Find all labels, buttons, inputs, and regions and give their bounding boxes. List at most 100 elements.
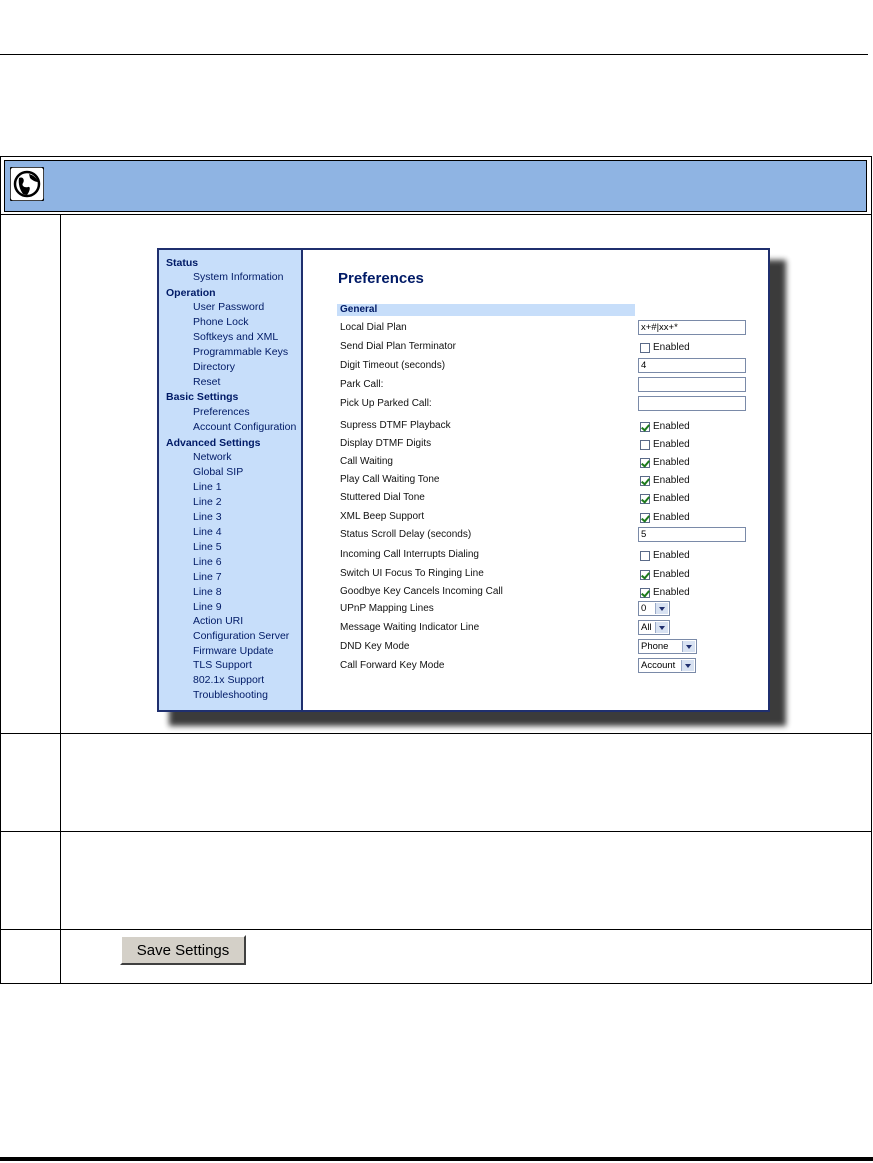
top-rule [0, 54, 868, 55]
dropdown-select[interactable]: Account [638, 658, 696, 673]
nav-section-heading: Operation [166, 287, 216, 299]
enabled-checkbox[interactable]: Enabled [640, 587, 690, 599]
checkbox-label: Enabled [653, 512, 690, 523]
nav-link[interactable]: Preferences [193, 406, 250, 418]
checkbox-checked[interactable] [640, 513, 650, 523]
nav-link[interactable]: Line 7 [193, 571, 222, 583]
section-header-general: General [340, 304, 378, 315]
dropdown-select[interactable]: Phone [638, 639, 697, 654]
nav-link[interactable]: Account Configuration [193, 421, 296, 433]
dropdown-select[interactable]: 0 [638, 601, 670, 616]
field-label: Pick Up Parked Call: [340, 398, 432, 409]
chevron-down-icon[interactable] [655, 603, 668, 614]
checkbox-checked[interactable] [640, 494, 650, 504]
nav-link[interactable]: TLS Support [193, 659, 252, 671]
chevron-down-icon[interactable] [681, 660, 694, 671]
nav-link[interactable]: Line 6 [193, 556, 222, 568]
checkbox-checked[interactable] [640, 588, 650, 598]
checkbox-label: Enabled [653, 569, 690, 580]
nav-link[interactable]: Global SIP [193, 466, 243, 478]
field-label: Goodbye Key Cancels Incoming Call [340, 586, 503, 597]
nav-section-heading: Status [166, 257, 199, 269]
nav-link[interactable]: Directory [193, 361, 235, 373]
preferences-content: Preferences General Local Dial Plan x+#|x… [303, 250, 768, 710]
checkbox-label: Enabled [653, 342, 690, 353]
nav-link[interactable]: Troubleshooting [193, 689, 268, 701]
page-title: Preferences [338, 270, 424, 287]
enabled-checkbox[interactable]: Enabled [640, 475, 690, 487]
enabled-checkbox[interactable]: Enabled [640, 512, 690, 524]
enabled-checkbox[interactable]: Enabled [640, 550, 690, 562]
dropdown-select[interactable]: All [638, 620, 670, 635]
nav-link[interactable]: Line 2 [193, 496, 222, 508]
field-label: Send Dial Plan Terminator [340, 341, 456, 352]
checkbox-label: Enabled [653, 439, 690, 450]
checkbox-unchecked[interactable] [640, 551, 650, 561]
checkbox-label: Enabled [653, 457, 690, 468]
checkbox-label: Enabled [653, 587, 690, 598]
checkbox-checked[interactable] [640, 458, 650, 468]
nav-link[interactable]: Action URI [193, 615, 243, 627]
chevron-down-icon[interactable] [655, 622, 668, 633]
sidebar-nav: Status System Information Operation User Pa… [159, 250, 303, 710]
field-label: DND Key Mode [340, 641, 410, 652]
nav-link[interactable]: Phone Lock [193, 316, 248, 328]
checkbox-checked[interactable] [640, 422, 650, 432]
nav-link[interactable]: Reset [193, 376, 220, 388]
field-label: Call Forward Key Mode [340, 660, 445, 671]
save-settings-button[interactable]: Save Settings [120, 935, 246, 965]
nav-section-heading: Advanced Settings [166, 437, 261, 449]
checkbox-unchecked[interactable] [640, 343, 650, 353]
nav-link[interactable]: Firmware Update [193, 645, 274, 657]
checkbox-label: Enabled [653, 475, 690, 486]
dropdown-value: 0 [641, 603, 647, 614]
text-input[interactable]: x+#|xx+* [638, 320, 746, 335]
checkbox-unchecked[interactable] [640, 440, 650, 450]
field-label: Switch UI Focus To Ringing Line [340, 568, 484, 579]
enabled-checkbox[interactable]: Enabled [640, 421, 690, 433]
text-input[interactable] [638, 377, 746, 392]
step-column-divider [60, 214, 61, 984]
nav-link[interactable]: Line 1 [193, 481, 222, 493]
nav-link[interactable]: Programmable Keys [193, 346, 288, 358]
field-label: Digit Timeout (seconds) [340, 360, 446, 371]
enabled-checkbox[interactable]: Enabled [640, 439, 690, 451]
enabled-checkbox[interactable]: Enabled [640, 569, 690, 581]
field-label: Call Waiting [340, 456, 393, 467]
enabled-checkbox[interactable]: Enabled [640, 457, 690, 469]
enabled-checkbox[interactable]: Enabled [640, 342, 690, 354]
nav-link[interactable]: Configuration Server [193, 630, 289, 642]
nav-link[interactable]: Line 9 [193, 601, 222, 613]
nav-link[interactable]: Line 8 [193, 586, 222, 598]
nav-link[interactable]: User Password [193, 301, 264, 313]
nav-link[interactable]: Line 3 [193, 511, 222, 523]
nav-link[interactable]: 802.1x Support [193, 674, 264, 686]
field-label: Incoming Call Interrupts Dialing [340, 549, 479, 560]
nav-link[interactable]: Softkeys and XML [193, 331, 278, 343]
field-label: Supress DTMF Playback [340, 420, 451, 431]
field-label: Message Waiting Indicator Line [340, 622, 480, 633]
field-label: Display DTMF Digits [340, 438, 432, 449]
nav-section-heading: Basic Settings [166, 391, 239, 403]
field-label: Local Dial Plan [340, 322, 407, 333]
text-input[interactable]: 5 [638, 527, 746, 542]
table-header-band [4, 160, 867, 212]
checkbox-checked[interactable] [640, 476, 650, 486]
nav-link[interactable]: Line 5 [193, 541, 222, 553]
text-input[interactable] [638, 396, 746, 411]
bottom-rule [0, 1157, 873, 1161]
row-divider [0, 733, 872, 734]
dropdown-value: Account [641, 660, 676, 671]
chevron-down-icon[interactable] [682, 641, 695, 652]
field-label: Stuttered Dial Tone [340, 492, 425, 503]
checkbox-checked[interactable] [640, 570, 650, 580]
field-label: Status Scroll Delay (seconds) [340, 529, 472, 540]
dropdown-value: Phone [641, 641, 669, 652]
enabled-checkbox[interactable]: Enabled [640, 493, 690, 505]
nav-link[interactable]: Network [193, 451, 232, 463]
section-header-bar [337, 304, 635, 316]
globe-icon [10, 167, 44, 201]
text-input[interactable]: 4 [638, 358, 746, 373]
nav-link[interactable]: Line 4 [193, 526, 222, 538]
nav-link[interactable]: System Information [193, 271, 283, 283]
